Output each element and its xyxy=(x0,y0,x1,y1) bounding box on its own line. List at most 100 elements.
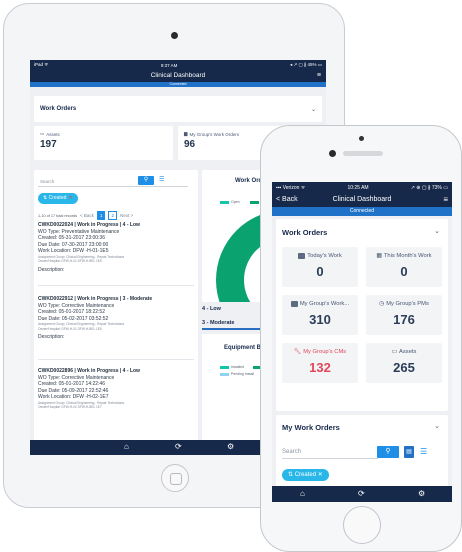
wrench-icon: 🔧︎ xyxy=(293,349,302,355)
search-button[interactable]: ⚲ xyxy=(138,176,154,185)
clock-icon: ◷ xyxy=(379,301,385,307)
laptop-icon: ▭ xyxy=(391,349,398,355)
iphone-device: ▪▪▪ Verizon ᯤ 10:25 AM ↗ ⊕ ▢ ∦ 73% ▭ < B… xyxy=(260,125,462,552)
home-icon[interactable]: ⌂ xyxy=(300,489,305,499)
legend-item-installed[interactable]: Installed xyxy=(220,365,244,369)
iphone-home-button[interactable] xyxy=(343,506,381,544)
tile-my-group-pms[interactable]: ◷ My Group's PMs 176 xyxy=(366,295,442,335)
home-icon[interactable]: ⌂ xyxy=(124,442,129,452)
tile-my-group-cms[interactable]: 🔧︎ My Group's CMs 132 xyxy=(282,343,358,383)
created-filter-chip[interactable]: ⇅ Created ✕ xyxy=(38,193,78,204)
work-order-description-label: Description: xyxy=(38,266,65,273)
ipad-camera xyxy=(171,32,178,39)
ipad-nav-bar: Clinical Dashboard ≡ xyxy=(30,70,326,82)
ipad-work-order-list: Search ⚲ ☰ ⇅ Created ✕ 1-10 of 17 total r… xyxy=(34,170,198,448)
todays-work-icon xyxy=(298,253,306,259)
iphone-screen: ▪▪▪ Verizon ᯤ 10:25 AM ↗ ⊕ ▢ ∦ 73% ▭ < B… xyxy=(272,182,452,502)
tile-assets[interactable]: ▭ Assets 265 xyxy=(366,343,442,383)
legend-item-pending-install[interactable]: Pending Install xyxy=(220,372,254,376)
legend-item-open[interactable]: Open xyxy=(220,200,240,204)
iphone-nav-bar: < Back Clinical Dashboard ≡ xyxy=(272,193,452,207)
iphone-time: 10:25 AM xyxy=(347,184,369,191)
tile-todays-work[interactable]: Today's Work 0 xyxy=(282,247,358,287)
ipad-app-title: Clinical Dashboard xyxy=(150,72,206,79)
tile-this-months-work[interactable]: ▦ This Month's Work 0 xyxy=(366,247,442,287)
pager-next[interactable]: Next > xyxy=(120,213,133,218)
view-toggle-icon[interactable]: ▤ xyxy=(404,446,414,458)
iphone-battery: ↗ ⊕ ▢ ∦ 73% ▭ xyxy=(410,184,448,191)
my-work-orders-title: My Work Orders xyxy=(282,423,340,432)
work-order-owner: Owner/Hospital: DFW-H-01 DFW-H-BEL 1E5 xyxy=(38,326,102,331)
tile-value: 310 xyxy=(309,312,331,327)
pagination: 1-10 of 17 total records < Back 1 2 Next… xyxy=(38,211,194,220)
tile-my-group-work-orders[interactable]: My Group's Work... 310 xyxy=(282,295,358,335)
section-title: Work Orders xyxy=(40,106,77,112)
iphone-speaker xyxy=(343,151,383,156)
assets-count: 197 xyxy=(40,139,57,150)
sort-icon[interactable]: ☰ xyxy=(420,446,427,458)
laptop-icon: ▭ xyxy=(40,131,45,136)
briefcase-icon xyxy=(290,301,298,307)
calendar-icon: ▦ xyxy=(376,253,382,259)
chevron-down-icon[interactable]: ⌄ xyxy=(434,227,440,235)
chevron-down-icon[interactable]: ⌄ xyxy=(311,106,316,113)
work-order-item[interactable]: CWKD0022912 | Work in Progress | 3 - Mod… xyxy=(38,296,194,360)
pager-back[interactable]: < Back xyxy=(80,213,94,218)
back-button[interactable]: < Back xyxy=(276,193,298,207)
ipad-work-orders-header[interactable]: Work Orders ⌄ xyxy=(34,96,322,122)
my-work-orders-panel: My Work Orders ⌄ Search ⚲ ▤ ☰ ⇅ Created … xyxy=(276,415,448,487)
tile-label: Today's Work xyxy=(307,253,342,259)
briefcase-icon: ▆ xyxy=(184,131,188,136)
work-order-owner: Owner/Hospital: DFW-H-02 DFW-H-BEL 1E7 xyxy=(38,405,102,409)
hamburger-menu-icon[interactable]: ≡ xyxy=(317,72,321,80)
ipad-battery: ◂ ↗ ▢ ∦ 45% ▭ xyxy=(289,62,322,67)
iphone-connection-banner: Connected xyxy=(272,207,452,216)
remove-chip-icon[interactable]: ✕ xyxy=(68,195,72,201)
pager-page-1[interactable]: 1 xyxy=(96,211,106,220)
search-icon: ⚲ xyxy=(385,448,391,455)
sync-icon[interactable]: ⟳ xyxy=(175,442,182,452)
iphone-status-bar: ▪▪▪ Verizon ᯤ 10:25 AM ↗ ⊕ ▢ ∦ 73% ▭ xyxy=(272,182,452,193)
hamburger-menu-icon[interactable]: ≡ xyxy=(443,193,448,207)
tile-value: 0 xyxy=(316,264,324,279)
search-icon: ⚲ xyxy=(143,177,149,183)
filter-icon: ⇅ xyxy=(288,472,295,478)
iphone-app-title: Clinical Dashboard xyxy=(332,196,392,203)
iphone-carrier: ▪▪▪ Verizon ᯤ xyxy=(276,184,306,191)
work-orders-panel: Work Orders ⌄ Today's Work 0 ▦ This Month… xyxy=(276,219,448,411)
work-order-item[interactable]: CWKD0022896 | Work in Progress | 4 - Low… xyxy=(38,368,194,432)
iphone-tab-bar: ⌂ ⟳ ⚙ xyxy=(272,486,452,502)
work-order-owner: Owner/Hospital: DFW-H-01 DFW-H-BEL 1E5 xyxy=(38,259,102,263)
tile-label: This Month's Work xyxy=(383,253,432,259)
ipad-home-button[interactable] xyxy=(161,464,189,492)
gear-icon[interactable]: ⚙ xyxy=(418,489,425,499)
iphone-camera xyxy=(329,150,336,157)
chevron-down-icon[interactable]: ⌄ xyxy=(434,422,440,430)
records-count: 1-10 of 17 total records xyxy=(38,213,78,218)
iphone-sensor xyxy=(359,136,364,141)
assets-label: ▭ Assets xyxy=(40,131,60,137)
section-title: Work Orders xyxy=(282,228,328,237)
tile-label: My Group's CMs xyxy=(303,349,347,355)
sync-icon[interactable]: ⟳ xyxy=(358,489,365,499)
sort-icon[interactable]: ☰ xyxy=(159,176,164,183)
tile-value: 265 xyxy=(393,360,415,375)
tile-value: 0 xyxy=(400,264,408,279)
tile-label: Assets xyxy=(399,349,417,355)
ipad-carrier: iPad ᯤ xyxy=(34,62,49,67)
work-order-description-label: Description: xyxy=(38,334,65,340)
search-input[interactable]: Search xyxy=(38,176,188,187)
pager-page-2[interactable]: 2 xyxy=(108,211,117,220)
ipad-assets-card[interactable]: ▭ Assets 197 xyxy=(34,126,173,160)
tile-value: 176 xyxy=(393,312,415,327)
tile-label: My Group's Work... xyxy=(299,301,350,307)
tile-label: My Group's PMs xyxy=(386,301,429,307)
ipad-connection-banner: Connected xyxy=(30,82,326,87)
search-button[interactable]: ⚲ xyxy=(377,446,399,458)
search-input[interactable]: Search xyxy=(282,446,378,459)
gear-icon[interactable]: ⚙ xyxy=(227,442,234,452)
work-order-item[interactable]: CWKD0022024 | Work in Progress | 4 - Low… xyxy=(38,222,194,286)
ipad-time: 9:37 AM xyxy=(160,62,178,68)
created-filter-chip[interactable]: ⇅ Created ✕ xyxy=(282,469,329,481)
ipad-status-bar: iPad ᯤ 9:37 AM ◂ ↗ ▢ ∦ 45% ▭ xyxy=(30,60,326,70)
